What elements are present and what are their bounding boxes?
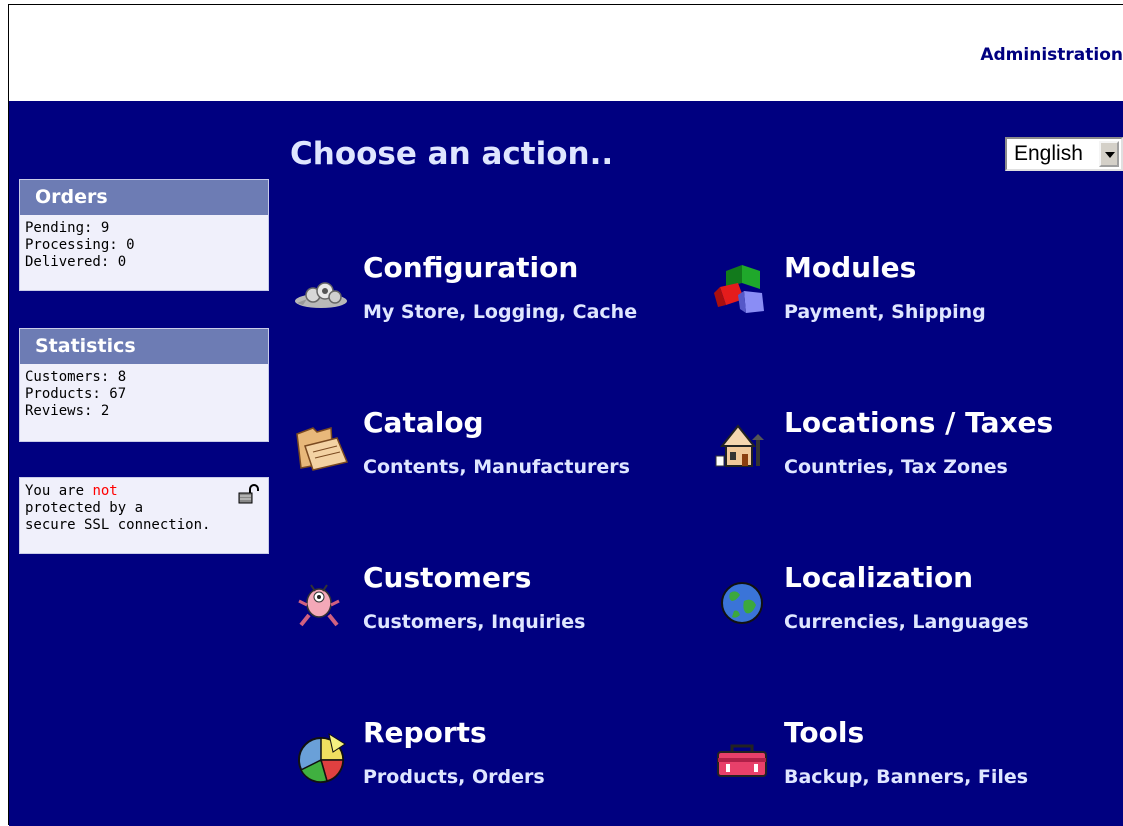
configuration-icon[interactable] (291, 261, 351, 321)
action-configuration: Configuration My Store, Logging, Cache (291, 251, 691, 341)
action-locations-taxes: Locations / Taxes Countries, Tax Zones (712, 406, 1112, 496)
ssl-line-1: You are not (25, 483, 264, 500)
action-catalog: Catalog Contents, Manufacturers (291, 406, 691, 496)
localization-link[interactable]: Localization (784, 561, 973, 594)
top-header: Administration (9, 5, 1123, 101)
toolbox-icon[interactable] (712, 726, 772, 786)
globe-icon[interactable] (712, 571, 772, 631)
stat-reviews: Reviews: 2 (25, 403, 110, 419)
language-selected-value: English (1014, 142, 1083, 165)
action-customers: Customers Customers, Inquiries (291, 561, 691, 651)
stat-customers: Customers: 8 (25, 369, 127, 385)
configuration-sublinks[interactable]: My Store, Logging, Cache (363, 301, 637, 323)
localization-sublinks[interactable]: Currencies, Languages (784, 611, 1029, 633)
reports-link[interactable]: Reports (363, 716, 487, 749)
orders-pending: Pending: 9 (25, 220, 110, 236)
ssl-line-2: protected by a (25, 500, 144, 516)
customers-link[interactable]: Customers (363, 561, 531, 594)
chevron-down-icon[interactable] (1099, 141, 1119, 167)
unlocked-padlock-icon (238, 484, 259, 504)
orders-box-body: Pending: 9 Processing: 0 Delivered: 0 (20, 215, 268, 274)
main-panel: Orders Pending: 9 Processing: 0 Delivere… (9, 101, 1123, 826)
language-select[interactable]: English (1005, 137, 1123, 171)
ssl-line-3: secure SSL connection. (25, 517, 211, 533)
modules-link[interactable]: Modules (784, 251, 916, 284)
pie-chart-icon[interactable] (291, 726, 351, 786)
orders-box-title[interactable]: Orders (20, 180, 268, 215)
ssl-not-word: not (92, 483, 118, 499)
action-reports: Reports Products, Orders (291, 716, 691, 806)
ssl-notice-text: You are not protected by a secure SSL co… (20, 478, 268, 537)
statistics-box-body: Customers: 8 Products: 67 Reviews: 2 (20, 364, 268, 423)
modules-cubes-icon[interactable] (712, 261, 772, 321)
statistics-box: Statistics Customers: 8 Products: 67 Rev… (19, 328, 269, 442)
modules-sublinks[interactable]: Payment, Shipping (784, 301, 986, 323)
house-icon[interactable] (712, 416, 772, 476)
tools-sublinks[interactable]: Backup, Banners, Files (784, 766, 1028, 788)
catalog-link[interactable]: Catalog (363, 406, 484, 439)
administration-link[interactable]: Administration (980, 45, 1123, 65)
reports-sublinks[interactable]: Products, Orders (363, 766, 545, 788)
catalog-sublinks[interactable]: Contents, Manufacturers (363, 456, 630, 478)
statistics-box-title[interactable]: Statistics (20, 329, 268, 364)
orders-delivered: Delivered: 0 (25, 254, 127, 270)
tools-link[interactable]: Tools (784, 716, 864, 749)
stat-products: Products: 67 (25, 386, 127, 402)
action-modules: Modules Payment, Shipping (712, 251, 1112, 341)
action-tools: Tools Backup, Banners, Files (712, 716, 1112, 806)
configuration-link[interactable]: Configuration (363, 251, 578, 284)
orders-box: Orders Pending: 9 Processing: 0 Delivere… (19, 179, 269, 291)
action-localization: Localization Currencies, Languages (712, 561, 1112, 651)
customer-creature-icon[interactable] (291, 571, 351, 631)
app-frame: Administration Orders Pending: 9 Process… (8, 4, 1123, 826)
orders-processing: Processing: 0 (25, 237, 135, 253)
page-title: Choose an action.. (290, 136, 614, 172)
customers-sublinks[interactable]: Customers, Inquiries (363, 611, 585, 633)
locations-taxes-link[interactable]: Locations / Taxes (784, 406, 1053, 439)
locations-taxes-sublinks[interactable]: Countries, Tax Zones (784, 456, 1008, 478)
catalog-folder-icon[interactable] (291, 416, 351, 476)
ssl-prefix: You are (25, 483, 93, 499)
ssl-notice-box: You are not protected by a secure SSL co… (19, 477, 269, 554)
